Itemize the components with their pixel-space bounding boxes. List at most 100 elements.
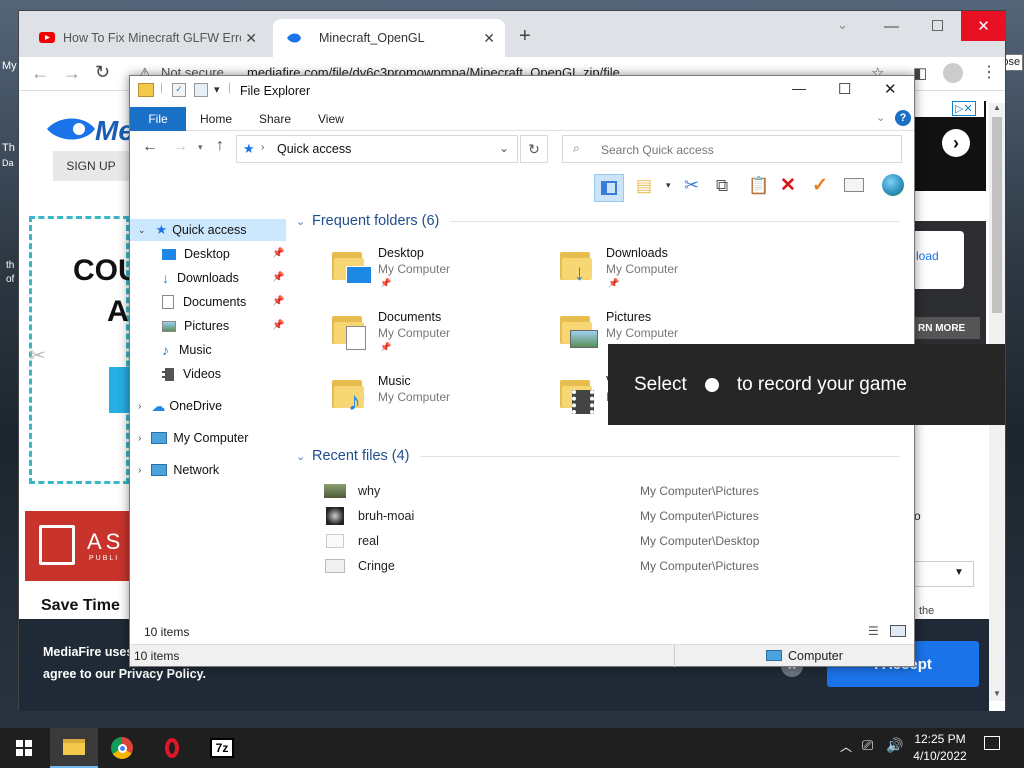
details-view-icon[interactable]: ☰ [868,624,879,638]
taskbar-chrome[interactable] [98,728,146,768]
tab-mediafire[interactable]: Minecraft_OpenGL ✕ [273,19,505,57]
options-icon[interactable]: ▤ [636,176,652,196]
cut-icon[interactable]: ✂ [684,175,699,196]
maximize-icon[interactable]: ☐ [915,11,960,41]
copy-icon[interactable]: ⧉ [716,176,728,196]
list-item[interactable]: why My Computer\Pictures [324,480,784,502]
sidebar-item-onedrive[interactable]: › ☁ OneDrive [130,395,222,417]
learn-more-button[interactable]: RN MORE [914,317,980,339]
sidebar-item-network[interactable]: › Network [130,459,219,481]
sidebar-item-videos[interactable]: Videos [162,363,221,385]
pin-icon[interactable]: 📌 [272,248,284,259]
up-icon[interactable]: ↑ [216,137,224,155]
folder-tile-desktop[interactable]: Desktop My Computer 📌 [328,244,528,296]
rename-icon[interactable] [844,178,864,192]
sidebar-item-quick-access[interactable]: ⌄ ★ Quick access [130,219,286,241]
minimize-icon[interactable]: — [792,80,806,96]
folder-tile-videos[interactable]: V M [556,372,616,424]
notifications-icon[interactable] [984,736,1000,750]
select-box[interactable]: ▼ [914,561,974,587]
back-icon[interactable]: ← [31,63,49,84]
tab-home[interactable]: Home [200,107,232,131]
minimize-icon[interactable]: — [869,11,914,41]
list-item[interactable]: real My Computer\Desktop [324,530,784,552]
signup-button[interactable]: SIGN UP [53,151,129,181]
preview-pane-button[interactable] [594,174,624,202]
clock-date[interactable]: 4/10/2022 [906,749,974,763]
maximize-icon[interactable]: ☐ [838,80,851,98]
collapse-recent-icon[interactable]: ⌄ [296,450,305,463]
globe-icon[interactable] [882,174,904,196]
close-icon[interactable]: ✕ [884,80,897,98]
pin-icon[interactable]: 📌 [272,320,284,331]
avatar[interactable] [943,63,963,83]
options-dropdown-icon[interactable]: ▾ [666,180,671,191]
address-box[interactable]: ★ › Quick access ⌄ [236,135,518,163]
network-icon[interactable]: ⎚ [862,737,873,754]
folder-tile-music[interactable]: ♪ Music My Computer [328,372,528,424]
show-hidden-icons-icon[interactable]: ︿ [840,738,852,755]
forward-icon[interactable]: → [63,63,81,84]
breadcrumb[interactable]: Quick access [277,142,351,156]
clock-time[interactable]: 12:25 PM [912,732,968,746]
collapse-icon[interactable]: ⌄ [138,225,146,236]
expand-ribbon-icon[interactable]: ⌄ [876,111,885,124]
back-icon[interactable]: ← [142,138,158,156]
tab-file[interactable]: File [130,107,186,131]
scroll-down-icon[interactable]: ▼ [993,689,1001,698]
tab-youtube[interactable]: How To Fix Minecraft GLFW Error ✕ [27,19,267,57]
tab-share[interactable]: Share [259,107,291,131]
refresh-icon[interactable]: ↻ [520,135,548,163]
help-icon[interactable]: ? [895,110,911,126]
collapse-frequent-icon[interactable]: ⌄ [296,215,305,228]
sidebar-item-desktop[interactable]: Desktop [162,243,230,265]
customize-icon[interactable]: ▾ [214,83,220,96]
close-tab-icon[interactable]: ✕ [245,30,257,47]
tab-search-icon[interactable]: ⌄ [837,17,848,33]
folder-tile-downloads[interactable]: ↓ Downloads My Computer 📌 [556,244,756,296]
large-icons-view-icon[interactable] [890,625,906,637]
address-dropdown-icon[interactable]: ⌄ [499,141,509,155]
expand-icon[interactable]: › [138,401,141,412]
taskbar-file-explorer[interactable] [50,728,98,768]
adchoices-icon[interactable]: ▷✕ [952,101,976,116]
check-icon[interactable]: ✓ [812,174,828,197]
frequent-folders-header[interactable]: Frequent folders (6) [312,213,439,229]
sidebar-item-downloads[interactable]: ↓ Downloads [162,267,239,289]
sidebar-icon[interactable]: ◧ [913,64,927,82]
recent-locations-icon[interactable]: ▾ [198,142,203,153]
expand-icon[interactable]: › [138,465,141,476]
delete-icon[interactable]: ✕ [780,174,796,197]
folder-tile-documents[interactable]: Documents My Computer 📌 [328,308,528,360]
sidebar-item-pictures[interactable]: Pictures [162,315,229,337]
taskbar-7zip[interactable]: 7z [198,728,246,768]
download-box[interactable]: load [914,231,964,289]
forward-icon[interactable]: → [172,138,188,156]
search-input[interactable]: Search Quick access [601,143,714,157]
list-item[interactable]: Cringe My Computer\Pictures [324,555,784,577]
sidebar-item-music[interactable]: ♪ Music [162,339,212,361]
properties-icon[interactable]: ✓ [172,83,186,97]
search-box[interactable]: ⌕ Search Quick access [562,135,902,163]
reload-icon[interactable]: ↻ [95,62,110,83]
new-tab-icon[interactable]: + [519,25,531,48]
scroll-up-icon[interactable]: ▲ [993,103,1001,112]
close-tab-icon[interactable]: ✕ [483,30,495,47]
expand-icon[interactable]: › [138,433,141,444]
recent-files-header[interactable]: Recent files (4) [312,448,410,464]
cookie-text[interactable]: agree to our Privacy Policy. [43,667,206,681]
menu-icon[interactable]: ⋮ [981,62,997,82]
paste-icon[interactable]: 📋 [748,176,769,196]
sidebar-item-my-computer[interactable]: › My Computer [130,427,248,449]
pin-icon[interactable]: 📌 [272,296,284,307]
volume-icon[interactable]: 🔊 [886,737,903,754]
new-folder-icon[interactable] [194,83,208,97]
list-item[interactable]: bruh-moai My Computer\Pictures [324,505,784,527]
taskbar-opera[interactable] [148,728,196,768]
pin-icon[interactable]: 📌 [272,272,284,283]
tab-view[interactable]: View [318,107,344,131]
close-window-button[interactable]: ✕ [961,11,1006,41]
scroll-thumb[interactable] [992,117,1002,313]
start-button[interactable] [0,728,48,768]
next-arrow-icon[interactable]: › [942,129,970,157]
